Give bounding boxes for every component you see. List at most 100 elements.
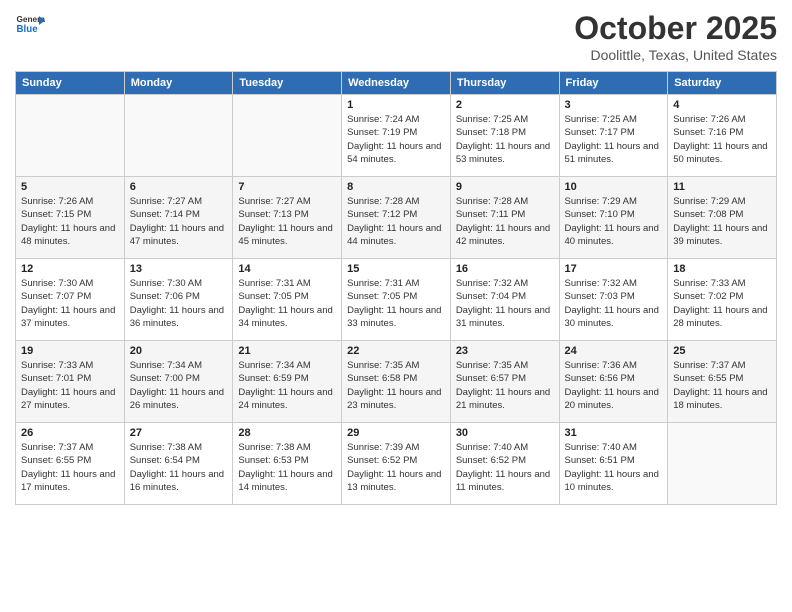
calendar-cell: 28Sunrise: 7:38 AM Sunset: 6:53 PM Dayli…	[233, 423, 342, 505]
day-number: 30	[456, 427, 554, 439]
day-info: Sunrise: 7:40 AM Sunset: 6:51 PM Dayligh…	[565, 441, 663, 494]
calendar-cell: 30 Sunrise: 7:40 AM Sunset: 6:52 PM Dayli…	[450, 423, 559, 505]
day-number: 6	[130, 181, 228, 193]
day-info: Sunrise: 7:26 AM Sunset: 7:15 PM Dayligh…	[21, 195, 119, 248]
day-number: 25	[673, 345, 771, 357]
day-info: Sunrise: 7:37 AM Sunset: 6:55 PM Dayligh…	[673, 359, 771, 412]
calendar-cell: 6 Sunrise: 7:27 AM Sunset: 7:14 PM Daylig…	[124, 177, 233, 259]
day-info: Sunrise: 7:27 AM Sunset: 7:14 PM Dayligh…	[130, 195, 228, 248]
calendar-cell: 2Sunrise: 7:25 AM Sunset: 7:18 PM Daylig…	[450, 95, 559, 177]
day-number: 14	[238, 263, 336, 275]
calendar-cell: 14 Sunrise: 7:31 AM Sunset: 7:05 PM Dayli…	[233, 259, 342, 341]
day-info: Sunrise: 7:35 AM Sunset: 6:57 PM Dayligh…	[456, 359, 554, 412]
day-info: Sunrise: 7:38 AM Sunset: 6:54 PM Dayligh…	[130, 441, 228, 494]
day-number: 9	[456, 181, 554, 193]
day-info: Sunrise: 7:28 AM Sunset: 7:11 PM Dayligh…	[456, 195, 554, 248]
col-thursday: Thursday	[450, 72, 559, 95]
day-number: 11	[673, 181, 771, 193]
calendar-cell: 19 Sunrise: 7:33 AM Sunset: 7:01 PM Dayli…	[16, 341, 125, 423]
day-number: 24	[565, 345, 663, 357]
calendar-cell: 25 Sunrise: 7:37 AM Sunset: 6:55 PM Dayli…	[668, 341, 777, 423]
col-sunday: Sunday	[16, 72, 125, 95]
day-info: Sunrise: 7:30 AM Sunset: 7:06 PM Dayligh…	[130, 277, 228, 330]
calendar-cell: 22Sunrise: 7:35 AM Sunset: 6:58 PM Dayli…	[342, 341, 451, 423]
calendar-cell	[16, 95, 125, 177]
calendar-cell: 12Sunrise: 7:30 AM Sunset: 7:07 PM Dayli…	[16, 259, 125, 341]
day-info: Sunrise: 7:36 AM Sunset: 6:56 PM Dayligh…	[565, 359, 663, 412]
day-info: Sunrise: 7:32 AM Sunset: 7:04 PM Dayligh…	[456, 277, 554, 330]
day-number: 8	[347, 181, 445, 193]
calendar-cell: 11 Sunrise: 7:29 AM Sunset: 7:08 PM Dayli…	[668, 177, 777, 259]
col-tuesday: Tuesday	[233, 72, 342, 95]
calendar-cell: 17 Sunrise: 7:32 AM Sunset: 7:03 PM Dayli…	[559, 259, 668, 341]
day-info: Sunrise: 7:24 AM Sunset: 7:19 PM Dayligh…	[347, 113, 445, 166]
day-info: Sunrise: 7:33 AM Sunset: 7:01 PM Dayligh…	[21, 359, 119, 412]
title-block: October 2025 Doolittle, Texas, United St…	[574, 10, 777, 63]
day-number: 28	[238, 427, 336, 439]
calendar-week-4: 26Sunrise: 7:37 AM Sunset: 6:55 PM Dayli…	[16, 423, 777, 505]
calendar-cell: 24 Sunrise: 7:36 AM Sunset: 6:56 PM Dayli…	[559, 341, 668, 423]
day-number: 19	[21, 345, 119, 357]
calendar-week-1: 5 Sunrise: 7:26 AM Sunset: 7:15 PM Daylig…	[16, 177, 777, 259]
day-number: 29	[347, 427, 445, 439]
day-number: 31	[565, 427, 663, 439]
day-number: 5	[21, 181, 119, 193]
calendar-cell	[668, 423, 777, 505]
calendar-cell: 3Sunrise: 7:25 AM Sunset: 7:17 PM Daylig…	[559, 95, 668, 177]
calendar-cell: 7Sunrise: 7:27 AM Sunset: 7:13 PM Daylig…	[233, 177, 342, 259]
calendar-cell: 13 Sunrise: 7:30 AM Sunset: 7:06 PM Dayli…	[124, 259, 233, 341]
day-number: 26	[21, 427, 119, 439]
day-info: Sunrise: 7:29 AM Sunset: 7:08 PM Dayligh…	[673, 195, 771, 248]
col-wednesday: Wednesday	[342, 72, 451, 95]
col-monday: Monday	[124, 72, 233, 95]
day-number: 18	[673, 263, 771, 275]
col-friday: Friday	[559, 72, 668, 95]
calendar-cell: 9 Sunrise: 7:28 AM Sunset: 7:11 PM Daylig…	[450, 177, 559, 259]
day-info: Sunrise: 7:31 AM Sunset: 7:05 PM Dayligh…	[238, 277, 336, 330]
logo-icon: General Blue	[15, 10, 45, 40]
calendar-cell: 26Sunrise: 7:37 AM Sunset: 6:55 PM Dayli…	[16, 423, 125, 505]
header: General Blue October 2025 Doolittle, Tex…	[15, 10, 777, 63]
day-info: Sunrise: 7:34 AM Sunset: 7:00 PM Dayligh…	[130, 359, 228, 412]
day-info: Sunrise: 7:32 AM Sunset: 7:03 PM Dayligh…	[565, 277, 663, 330]
day-info: Sunrise: 7:34 AM Sunset: 6:59 PM Dayligh…	[238, 359, 336, 412]
calendar-cell: 23 Sunrise: 7:35 AM Sunset: 6:57 PM Dayli…	[450, 341, 559, 423]
day-number: 15	[347, 263, 445, 275]
calendar-cell: 1 Sunrise: 7:24 AM Sunset: 7:19 PM Daylig…	[342, 95, 451, 177]
day-number: 3	[565, 99, 663, 111]
day-number: 20	[130, 345, 228, 357]
calendar-cell: 31 Sunrise: 7:40 AM Sunset: 6:51 PM Dayli…	[559, 423, 668, 505]
calendar-cell: 27Sunrise: 7:38 AM Sunset: 6:54 PM Dayli…	[124, 423, 233, 505]
calendar-cell	[233, 95, 342, 177]
logo: General Blue	[15, 10, 45, 40]
calendar-week-0: 1 Sunrise: 7:24 AM Sunset: 7:19 PM Daylig…	[16, 95, 777, 177]
day-number: 4	[673, 99, 771, 111]
calendar-cell: 8Sunrise: 7:28 AM Sunset: 7:12 PM Daylig…	[342, 177, 451, 259]
day-number: 17	[565, 263, 663, 275]
calendar-cell	[124, 95, 233, 177]
day-number: 21	[238, 345, 336, 357]
day-number: 13	[130, 263, 228, 275]
calendar-cell: 5 Sunrise: 7:26 AM Sunset: 7:15 PM Daylig…	[16, 177, 125, 259]
calendar-cell: 10Sunrise: 7:29 AM Sunset: 7:10 PM Dayli…	[559, 177, 668, 259]
col-saturday: Saturday	[668, 72, 777, 95]
calendar-cell: 16Sunrise: 7:32 AM Sunset: 7:04 PM Dayli…	[450, 259, 559, 341]
page-container: General Blue October 2025 Doolittle, Tex…	[0, 0, 792, 612]
calendar-cell: 18 Sunrise: 7:33 AM Sunset: 7:02 PM Dayli…	[668, 259, 777, 341]
day-info: Sunrise: 7:26 AM Sunset: 7:16 PM Dayligh…	[673, 113, 771, 166]
calendar-header-row: Sunday Monday Tuesday Wednesday Thursday…	[16, 72, 777, 95]
day-number: 1	[347, 99, 445, 111]
day-info: Sunrise: 7:33 AM Sunset: 7:02 PM Dayligh…	[673, 277, 771, 330]
day-info: Sunrise: 7:40 AM Sunset: 6:52 PM Dayligh…	[456, 441, 554, 494]
day-info: Sunrise: 7:39 AM Sunset: 6:52 PM Dayligh…	[347, 441, 445, 494]
svg-text:Blue: Blue	[17, 24, 39, 35]
location: Doolittle, Texas, United States	[574, 47, 777, 63]
calendar-cell: 21 Sunrise: 7:34 AM Sunset: 6:59 PM Dayli…	[233, 341, 342, 423]
day-info: Sunrise: 7:27 AM Sunset: 7:13 PM Dayligh…	[238, 195, 336, 248]
calendar-table: Sunday Monday Tuesday Wednesday Thursday…	[15, 71, 777, 505]
calendar-week-3: 19 Sunrise: 7:33 AM Sunset: 7:01 PM Dayli…	[16, 341, 777, 423]
day-info: Sunrise: 7:29 AM Sunset: 7:10 PM Dayligh…	[565, 195, 663, 248]
day-number: 23	[456, 345, 554, 357]
day-number: 12	[21, 263, 119, 275]
calendar-cell: 29 Sunrise: 7:39 AM Sunset: 6:52 PM Dayli…	[342, 423, 451, 505]
